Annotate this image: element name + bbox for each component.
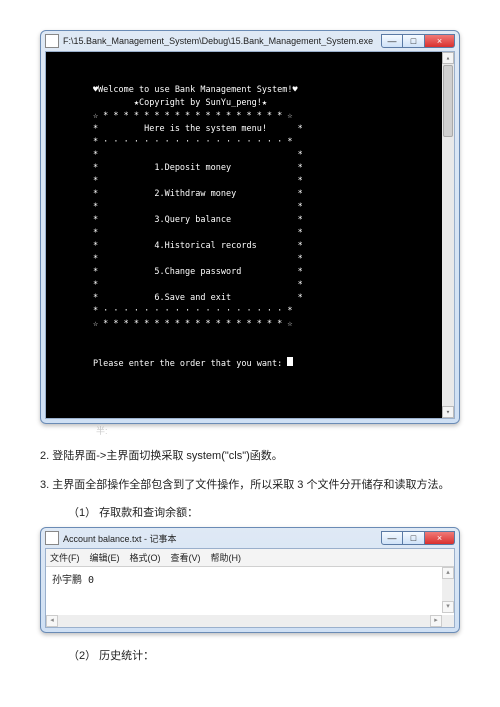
- menu-file[interactable]: 文件(F): [50, 551, 80, 564]
- scroll-left-icon[interactable]: ◂: [46, 615, 58, 627]
- console-line: * 1.Deposit money *: [52, 162, 448, 175]
- menu-help[interactable]: 帮助(H): [211, 551, 242, 564]
- horizontal-scrollbar[interactable]: ◂ ▸: [46, 615, 442, 627]
- console-window: F:\15.Bank_Management_System\Debug\15.Ba…: [40, 30, 460, 424]
- text-cursor: [287, 357, 293, 366]
- console-line: * *: [52, 149, 448, 162]
- notepad-titlebar[interactable]: Account balance.txt - 记事本 — □ ×: [41, 528, 459, 548]
- scroll-down-icon[interactable]: ▾: [442, 406, 454, 418]
- close-button[interactable]: ×: [425, 531, 455, 545]
- console-line: * · · · · · · · · · · · · · · · · · · *: [52, 305, 448, 318]
- console-line: ☆ * * * * * * * * * * * * * * * * * * ☆: [52, 318, 448, 331]
- console-line: * Here is the system menu! *: [52, 123, 448, 136]
- list-item-3: 3. 主界面全部操作全部包含到了文件操作，所以采取 3 个文件分开储存和读取方法…: [40, 476, 460, 495]
- notepad-app-icon: [45, 531, 59, 545]
- scroll-corner: [442, 615, 454, 627]
- menu-view[interactable]: 查看(V): [171, 551, 201, 564]
- menu-edit[interactable]: 编辑(E): [90, 551, 120, 564]
- console-window-title: F:\15.Bank_Management_System\Debug\15.Ba…: [63, 36, 381, 46]
- console-line: ☆ * * * * * * * * * * * * * * * * * * ☆: [52, 110, 448, 123]
- console-line: * 2.Withdraw money *: [52, 188, 448, 201]
- console-line: ★Copyright by SunYu_peng!★: [52, 97, 448, 110]
- window-buttons: — □ ×: [381, 34, 455, 48]
- notepad-menubar: 文件(F) 编辑(E) 格式(O) 查看(V) 帮助(H): [46, 549, 454, 567]
- close-button[interactable]: ×: [425, 34, 455, 48]
- console-line: * *: [52, 201, 448, 214]
- notepad-text-area[interactable]: 孙宇鹏 0: [46, 567, 454, 599]
- scroll-right-icon[interactable]: ▸: [430, 615, 442, 627]
- console-output[interactable]: ♥Welcome to use Bank Management System!♥…: [46, 52, 454, 418]
- figure-caption: 半:: [40, 424, 460, 437]
- console-line: ♥Welcome to use Bank Management System!♥: [52, 84, 448, 97]
- document-page: F:\15.Bank_Management_System\Debug\15.Ba…: [0, 0, 500, 707]
- console-line: * *: [52, 175, 448, 188]
- menu-format[interactable]: 格式(O): [130, 551, 161, 564]
- list-item-2: 2. 登陆界面->主界面切换采取 system("cls")函数。: [40, 447, 460, 466]
- vertical-scrollbar[interactable]: ▴ ▾: [442, 52, 454, 418]
- scroll-up-icon[interactable]: ▴: [442, 567, 454, 579]
- notepad-window-title: Account balance.txt - 记事本: [63, 532, 381, 545]
- console-line: * · · · · · · · · · · · · · · · · · · *: [52, 136, 448, 149]
- console-line: * *: [52, 227, 448, 240]
- console-line: * *: [52, 253, 448, 266]
- console-line: * 5.Change password *: [52, 266, 448, 279]
- console-line: * *: [52, 279, 448, 292]
- minimize-button[interactable]: —: [381, 34, 403, 48]
- console-app-icon: [45, 34, 59, 48]
- console-line: * 6.Save and exit *: [52, 292, 448, 305]
- scroll-thumb[interactable]: [443, 65, 453, 137]
- sub-item-2: （2） 历史统计：: [40, 647, 460, 666]
- console-prompt: Please enter the order that you want:: [52, 359, 287, 369]
- window-buttons: — □ ×: [381, 531, 455, 545]
- console-titlebar[interactable]: F:\15.Bank_Management_System\Debug\15.Ba…: [41, 31, 459, 51]
- scroll-down-icon[interactable]: ▾: [442, 601, 454, 613]
- minimize-button[interactable]: —: [381, 531, 403, 545]
- maximize-button[interactable]: □: [403, 531, 425, 545]
- console-line: * 3.Query balance *: [52, 214, 448, 227]
- scroll-up-icon[interactable]: ▴: [442, 52, 454, 64]
- vertical-scrollbar[interactable]: ▴ ▾: [442, 567, 454, 613]
- maximize-button[interactable]: □: [403, 34, 425, 48]
- console-line: * 4.Historical records *: [52, 240, 448, 253]
- sub-item-1: （1） 存取款和查询余额：: [40, 504, 460, 523]
- notepad-window: Account balance.txt - 记事本 — □ × 文件(F) 编辑…: [40, 527, 460, 633]
